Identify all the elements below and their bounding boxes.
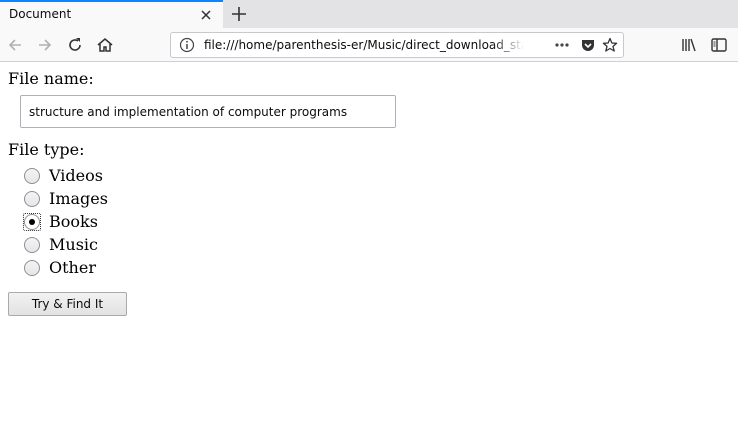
url-text[interactable]: file:///home/parenthesis-er/Music/direct…: [204, 38, 524, 52]
plus-icon[interactable]: [231, 6, 247, 22]
try-find-it-button[interactable]: Try & Find It: [8, 292, 127, 316]
other-radio[interactable]: [24, 260, 40, 276]
reload-icon[interactable]: [66, 36, 84, 54]
navigation-toolbar: file:///home/parenthesis-er/Music/direct…: [0, 28, 738, 62]
pocket-icon[interactable]: [580, 37, 596, 53]
tab-document[interactable]: Document: [0, 0, 223, 28]
books-radio-label[interactable]: Books: [49, 212, 98, 231]
books-radio[interactable]: [23, 213, 41, 231]
file-name-label: File name:: [8, 69, 94, 88]
music-radio-label[interactable]: Music: [49, 235, 98, 254]
forward-arrow-icon[interactable]: [36, 36, 54, 54]
library-icon[interactable]: [680, 36, 698, 54]
images-radio-label[interactable]: Images: [49, 189, 108, 208]
tab-strip: Document: [0, 0, 738, 28]
address-bar[interactable]: file:///home/parenthesis-er/Music/direct…: [170, 32, 624, 58]
info-icon[interactable]: [179, 37, 195, 53]
videos-radio-label[interactable]: Videos: [49, 166, 103, 185]
back-arrow-icon[interactable]: [6, 36, 24, 54]
images-radio[interactable]: [24, 191, 40, 207]
tab-title: Document: [9, 7, 72, 21]
file-type-label: File type:: [8, 140, 85, 159]
sidebar-icon[interactable]: [710, 36, 728, 54]
close-icon[interactable]: [199, 8, 213, 22]
videos-radio[interactable]: [24, 168, 40, 184]
page-content: File name: File type: Videos Images Book…: [0, 62, 738, 422]
home-icon[interactable]: [96, 36, 114, 54]
music-radio[interactable]: [24, 237, 40, 253]
other-radio-label[interactable]: Other: [49, 258, 96, 277]
more-dots-icon[interactable]: [554, 37, 570, 53]
file-name-input[interactable]: [20, 95, 396, 128]
star-icon[interactable]: [602, 37, 618, 53]
